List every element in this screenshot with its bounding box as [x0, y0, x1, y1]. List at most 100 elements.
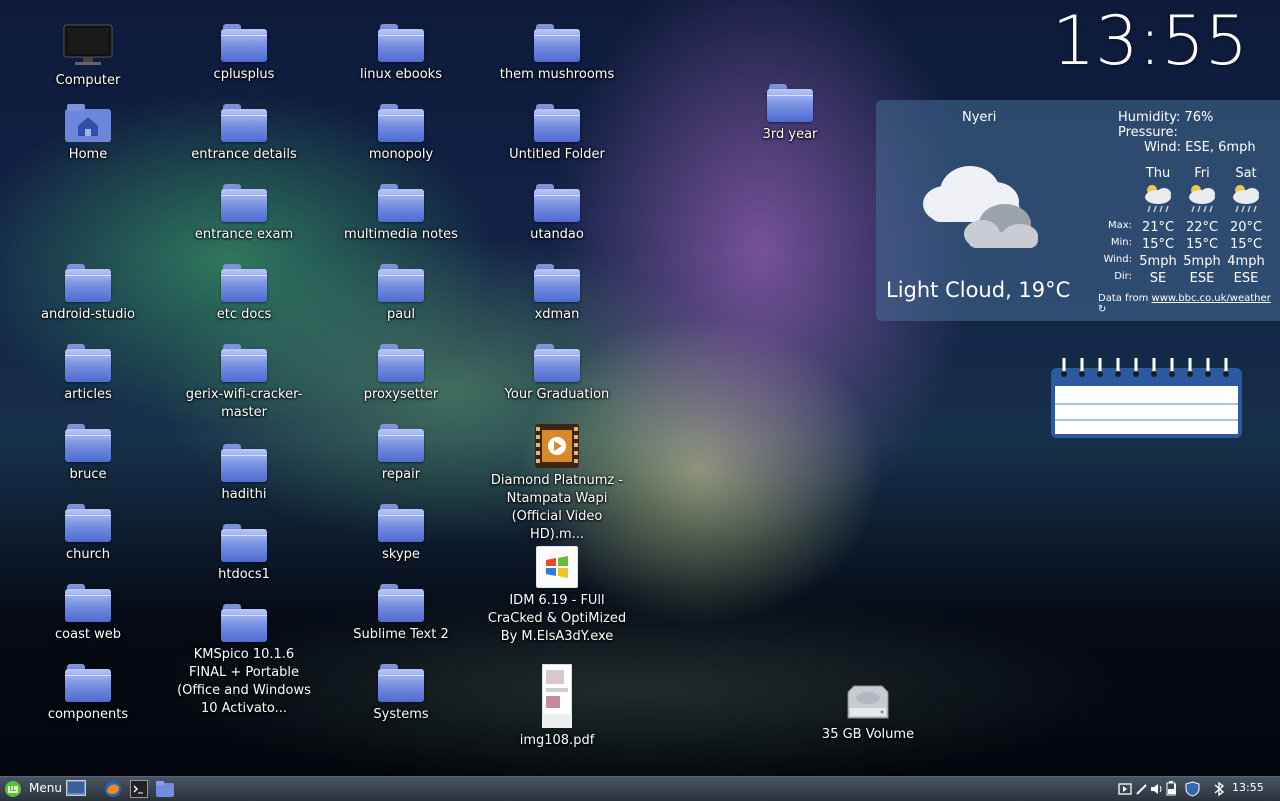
files-icon[interactable] [155, 780, 175, 798]
forecast-min: 15°C [1141, 237, 1175, 252]
desktop-icon-skype[interactable]: skype [331, 504, 471, 564]
desktop-icon-label: skype [382, 547, 420, 562]
desktop-icon-android-studio[interactable]: android-studio [18, 264, 158, 324]
pdf-file-icon [542, 664, 572, 728]
desktop-icon-label: img108.pdf [519, 733, 595, 748]
folder-icon [65, 424, 111, 462]
pen-icon[interactable] [1135, 782, 1149, 796]
forecast-dir: SE [1149, 271, 1167, 286]
desktop-icon-label: Untitled Folder [509, 147, 605, 162]
desktop-icon-label: 3rd year [762, 127, 818, 142]
desktop-icon-repair[interactable]: repair [331, 424, 471, 484]
bluetooth-icon[interactable] [1213, 781, 1225, 797]
desktop-icon-label: them mushrooms [499, 67, 615, 82]
folder-icon [221, 604, 267, 642]
desktop-icon-label: Systems [373, 707, 429, 722]
panel-clock[interactable]: 13:55 [1232, 781, 1264, 794]
desktop-icon-entrance-exam[interactable]: entrance exam [174, 184, 314, 244]
computer-icon [63, 24, 113, 65]
desktop-icon-coast-web[interactable]: coast web [18, 584, 158, 644]
folder-icon [221, 444, 267, 482]
desktop-icon-diamond-platnumz-ntampata-wapi-official-[interactable]: Diamond Platnumz - Ntampata Wapi (Offici… [487, 424, 627, 544]
folder-icon [534, 264, 580, 302]
credit-link[interactable]: www.bbc.co.uk/weather [1152, 293, 1271, 304]
weather-details: Humidity: 76% Pressure: Wind: ESE, 6mph [1118, 110, 1256, 155]
folder-icon [534, 184, 580, 222]
forecast-max: 22°C [1185, 220, 1219, 235]
home-folder-icon [65, 104, 111, 142]
menu-button[interactable]: Menu [29, 781, 62, 795]
desktop-icon-label: Your Graduation [504, 387, 610, 402]
forecast-day-label: Fri [1194, 166, 1210, 181]
cloud-icon [923, 166, 1038, 248]
desktop-icon-your-graduation[interactable]: Your Graduation [487, 344, 627, 404]
desktop-icon-label: IDM 6.19 - FUll CraCked & OptiMized By M… [487, 593, 627, 644]
folder-icon [221, 524, 267, 562]
desktop-icon-kmspico-10-1-6-final-portable-office-and[interactable]: KMSpico 10.1.6 FINAL + Portable (Office … [174, 604, 314, 718]
refresh-icon[interactable]: ↻ [1098, 304, 1106, 315]
desktop-icon-them-mushrooms[interactable]: them mushrooms [487, 24, 627, 84]
desktop-icon-hadithi[interactable]: hadithi [174, 444, 314, 504]
forecast-day-label: Sat [1235, 166, 1257, 181]
desktop-icon-idm-6-19-full-cracked-optimized-by-m-els[interactable]: IDM 6.19 - FUll CraCked & OptiMized By M… [487, 544, 627, 646]
desktop-icon-proxysetter[interactable]: proxysetter [331, 344, 471, 404]
desktop-icon-label: church [65, 547, 111, 562]
desktop-icon-img108-pdf[interactable]: img108.pdf [487, 664, 627, 750]
desktop-icon-gerix-wifi-cracker-master[interactable]: gerix-wifi-cracker-master [174, 344, 314, 422]
folder-icon [65, 504, 111, 542]
folder-icon [534, 104, 580, 142]
show-desktop-icon[interactable] [66, 780, 86, 798]
desktop-icon-bruce[interactable]: bruce [18, 424, 158, 484]
forecast-label-min: Min: [1110, 237, 1132, 248]
network-icon[interactable] [1170, 782, 1180, 796]
desktop-icon-etc-docs[interactable]: etc docs [174, 264, 314, 324]
desktop-icon-monopoly[interactable]: monopoly [331, 104, 471, 164]
desktop-icon-label: utandao [530, 227, 584, 242]
desktop-icon-computer[interactable]: Computer [18, 24, 158, 90]
desktop-clock: 13:55 [1052, 2, 1248, 81]
desktop-icon-utandao[interactable]: utandao [487, 184, 627, 244]
desktop-icon-multimedia-notes[interactable]: multimedia notes [331, 184, 471, 244]
desktop-icon-components[interactable]: components [18, 664, 158, 724]
desktop-icon-paul[interactable]: paul [331, 264, 471, 324]
forecast-label-wind: Wind: [1103, 254, 1132, 265]
terminal-icon[interactable] [130, 780, 148, 798]
forecast-max: 21°C [1141, 220, 1175, 235]
volume-icon[interactable] [1150, 782, 1164, 796]
folder-icon [65, 264, 111, 302]
desktop-icon-htdocs1[interactable]: htdocs1 [174, 524, 314, 584]
desktop-icon-entrance-details[interactable]: entrance details [174, 104, 314, 164]
mint-menu-icon[interactable] [4, 780, 22, 798]
notepad-widget[interactable] [1050, 358, 1243, 439]
weather-city: Nyeri [962, 110, 997, 125]
folder-icon [65, 344, 111, 382]
rain-cloud-icon [1189, 185, 1215, 213]
desktop-icon-articles[interactable]: articles [18, 344, 158, 404]
media-icon[interactable] [1118, 782, 1132, 796]
weather-pressure: Pressure: [1118, 125, 1178, 140]
desktop-icon-label: hadithi [221, 487, 267, 502]
desktop-icon-home[interactable]: Home [18, 104, 158, 164]
folder-icon [378, 184, 424, 222]
desktop-icon-systems[interactable]: Systems [331, 664, 471, 724]
desktop-icon-label: Home [68, 147, 108, 162]
shield-icon[interactable] [1185, 781, 1200, 797]
desktop-icon-35-gb-volume[interactable]: 35 GB Volume [798, 684, 938, 744]
firefox-icon[interactable] [104, 780, 122, 798]
desktop-icon-xdman[interactable]: xdman [487, 264, 627, 324]
folder-icon [534, 344, 580, 382]
desktop-icon-linux-ebooks[interactable]: linux ebooks [331, 24, 471, 84]
folder-icon [378, 344, 424, 382]
desktop-icon-sublime-text-2[interactable]: Sublime Text 2 [331, 584, 471, 644]
folder-icon [221, 264, 267, 302]
folder-icon [378, 104, 424, 142]
desktop-icon-untitled-folder[interactable]: Untitled Folder [487, 104, 627, 164]
folder-icon [378, 424, 424, 462]
desktop-icon-label: Diamond Platnumz - Ntampata Wapi (Offici… [490, 473, 624, 542]
bottom-panel: Menu 13:55 [0, 776, 1280, 801]
folder-icon [378, 24, 424, 62]
desktop-icon-cplusplus[interactable]: cplusplus [174, 24, 314, 84]
desktop-icon-church[interactable]: church [18, 504, 158, 564]
desktop-icon-3rd-year[interactable]: 3rd year [720, 84, 860, 144]
video-file-icon [535, 424, 579, 468]
